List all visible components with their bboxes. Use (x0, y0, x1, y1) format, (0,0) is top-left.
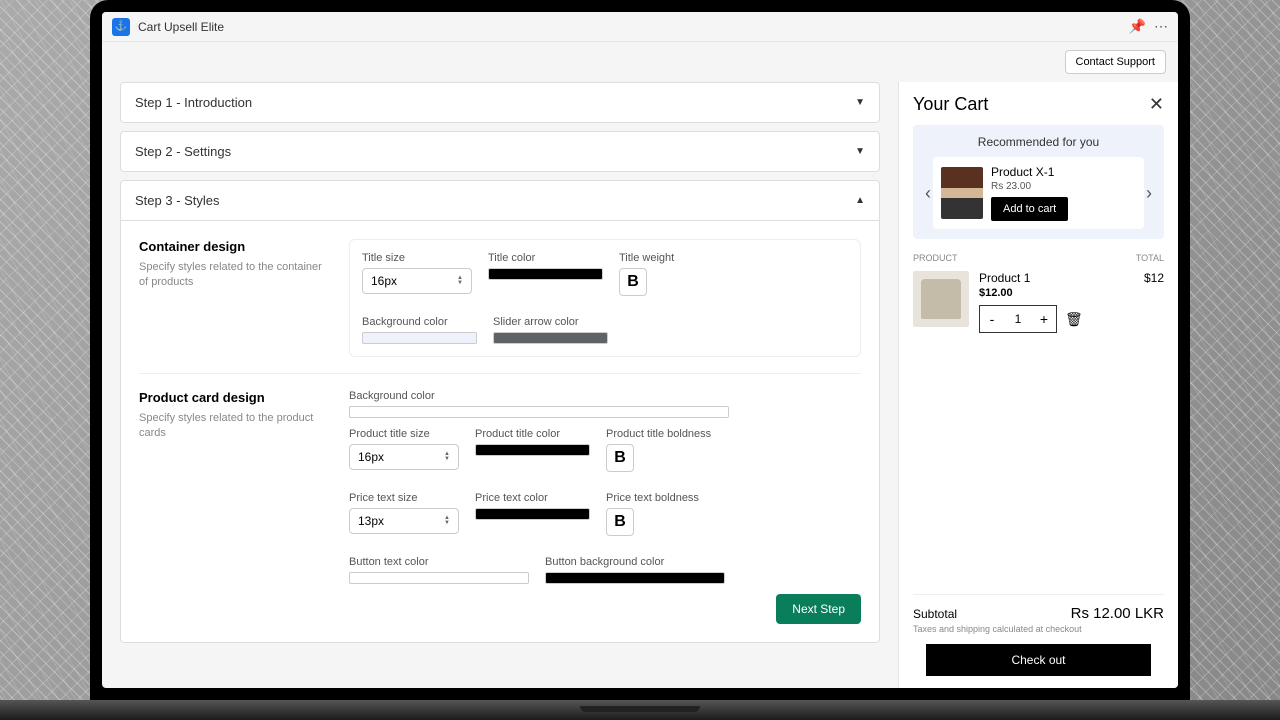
container-design-title: Container design (139, 239, 329, 254)
step-1-row[interactable]: Step 1 - Introduction ▼ (120, 82, 880, 123)
ptitle-color-swatch[interactable] (475, 444, 590, 456)
item-image (913, 271, 969, 327)
reco-product-image (941, 167, 983, 219)
carousel-next-icon[interactable]: › (1144, 183, 1154, 204)
ptitle-size-select[interactable]: 16px ▲▼ (349, 444, 459, 470)
title-weight-label: Title weight (619, 252, 674, 264)
chevron-down-icon: ▼ (855, 97, 865, 108)
topbar: ⚓ Cart Upsell Elite 📌 ⋯ (102, 12, 1178, 42)
price-bold-button[interactable]: B (606, 508, 634, 536)
reco-product-name: Product X-1 (991, 165, 1136, 179)
config-panel: Step 1 - Introduction ▼ Step 2 - Setting… (102, 82, 898, 688)
select-arrows-icon: ▲▼ (444, 452, 450, 462)
add-to-cart-button[interactable]: Add to cart (991, 197, 1068, 221)
btn-text-color-swatch[interactable] (349, 572, 529, 584)
app-icon: ⚓ (112, 18, 130, 36)
product-card-title: Product card design (139, 390, 329, 405)
slider-arrow-swatch[interactable] (493, 332, 608, 344)
price-size-select[interactable]: 13px ▲▼ (349, 508, 459, 534)
next-step-button[interactable]: Next Step (776, 594, 861, 624)
col-product: PRODUCT (913, 253, 958, 263)
btn-text-color-label: Button text color (349, 556, 529, 568)
title-size-select[interactable]: 16px ▲▼ (362, 268, 472, 294)
col-total: TOTAL (1136, 253, 1164, 263)
title-color-label: Title color (488, 252, 603, 264)
cart-panel: Your Cart ✕ Recommended for you ‹ Produc… (898, 82, 1178, 688)
ptitle-bold-label: Product title boldness (606, 428, 711, 440)
pin-icon[interactable]: 📌 (1129, 18, 1146, 35)
price-bold-label: Price text boldness (606, 492, 699, 504)
quantity-stepper: - 1 + (979, 305, 1057, 333)
chevron-down-icon: ▼ (855, 146, 865, 157)
step-3-row[interactable]: Step 3 - Styles ▲ (120, 180, 880, 221)
step-3-content: Container design Specify styles related … (120, 221, 880, 643)
qty-minus-button[interactable]: - (980, 306, 1004, 332)
trash-icon[interactable]: 🗑 (1065, 311, 1083, 328)
reco-product-price: Rs 23.00 (991, 181, 1136, 192)
title-size-label: Title size (362, 252, 472, 264)
contact-support-button[interactable]: Contact Support (1065, 50, 1167, 74)
title-weight-bold-button[interactable]: B (619, 268, 647, 296)
item-price: $12.00 (979, 287, 1134, 299)
container-design-desc: Specify styles related to the container … (139, 260, 329, 291)
item-name: Product 1 (979, 271, 1134, 285)
price-color-swatch[interactable] (475, 508, 590, 520)
step-3-label: Step 3 - Styles (135, 193, 220, 208)
more-icon[interactable]: ⋯ (1154, 18, 1168, 35)
bg-color-swatch[interactable] (362, 332, 477, 344)
price-color-label: Price text color (475, 492, 590, 504)
reco-title: Recommended for you (923, 135, 1154, 149)
close-icon[interactable]: ✕ (1149, 94, 1164, 115)
card-bg-label: Background color (349, 390, 861, 402)
slider-arrow-label: Slider arrow color (493, 316, 608, 328)
bg-color-label: Background color (362, 316, 477, 328)
title-color-swatch[interactable] (488, 268, 603, 280)
btn-bg-label: Button background color (545, 556, 725, 568)
subtotal-label: Subtotal (913, 607, 957, 621)
select-arrows-icon: ▲▼ (444, 516, 450, 526)
qty-value: 1 (1004, 312, 1032, 326)
step-2-label: Step 2 - Settings (135, 144, 231, 159)
ptitle-color-label: Product title color (475, 428, 590, 440)
step-2-row[interactable]: Step 2 - Settings ▼ (120, 131, 880, 172)
btn-bg-swatch[interactable] (545, 572, 725, 584)
ptitle-size-label: Product title size (349, 428, 459, 440)
card-bg-swatch[interactable] (349, 406, 729, 418)
cart-title: Your Cart (913, 94, 988, 115)
subtotal-amount: Rs 12.00 LKR (1071, 605, 1164, 622)
checkout-button[interactable]: Check out (926, 644, 1152, 676)
tax-note: Taxes and shipping calculated at checkou… (913, 624, 1164, 634)
product-card-desc: Specify styles related to the product ca… (139, 411, 329, 442)
reco-card: Product X-1 Rs 23.00 Add to cart (933, 157, 1144, 229)
cart-item: Product 1 $12.00 - 1 + 🗑 $12 (913, 271, 1164, 333)
qty-plus-button[interactable]: + (1032, 306, 1056, 332)
carousel-prev-icon[interactable]: ‹ (923, 183, 933, 204)
recommendation-box: Recommended for you ‹ Product X-1 Rs 23.… (913, 125, 1164, 239)
ptitle-bold-button[interactable]: B (606, 444, 634, 472)
select-arrows-icon: ▲▼ (457, 276, 463, 286)
app-title: Cart Upsell Elite (138, 20, 224, 34)
item-total: $12 (1144, 271, 1164, 285)
chevron-up-icon: ▲ (855, 195, 865, 206)
step-1-label: Step 1 - Introduction (135, 95, 252, 110)
price-size-label: Price text size (349, 492, 459, 504)
